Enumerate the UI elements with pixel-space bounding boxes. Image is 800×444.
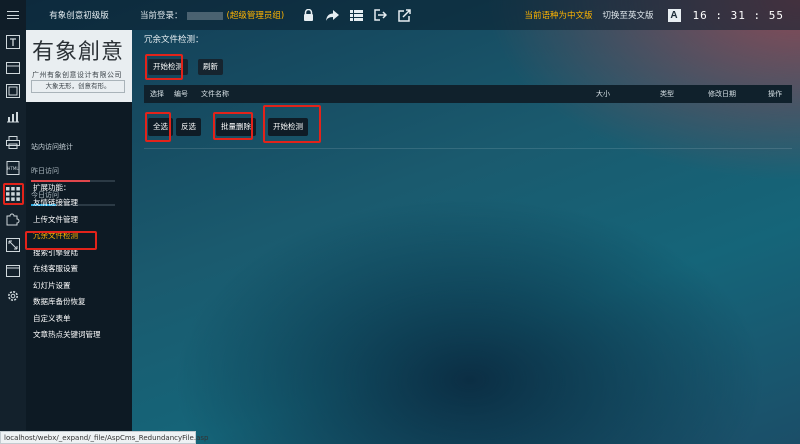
- text-icon[interactable]: [4, 33, 22, 51]
- frame-icon[interactable]: [4, 82, 22, 100]
- app-title: 有象创意初级版: [49, 11, 109, 21]
- font-size-icon[interactable]: A: [667, 8, 681, 22]
- puzzle-icon[interactable]: [4, 210, 22, 228]
- logo: 有象創意 广州有象创意设计有限公司 大象无形，创意有形。: [26, 30, 132, 102]
- col-number: 编号: [174, 90, 188, 98]
- lock-icon[interactable]: [296, 0, 320, 30]
- status-bar-url: localhost/webx/_expand/_file/AspCms_Redu…: [0, 431, 208, 444]
- logo-subtitle: 广州有象创意设计有限公司: [32, 71, 122, 79]
- list-icon[interactable]: [344, 0, 368, 30]
- col-modified: 修改日期: [708, 90, 736, 98]
- redundant-files-highlight: [25, 231, 97, 250]
- username-redacted: [186, 11, 223, 20]
- extensions-menu: 扩展功能： 友情链接管理 上传文件管理 冗余文件检测 搜索引擎登陆 在线客服设置…: [26, 180, 132, 344]
- user-role: (超级管理员组): [226, 11, 285, 21]
- table-header: 选择 编号 文件名称 大小 类型 修改日期 操作: [144, 85, 792, 103]
- switch-language-link[interactable]: 切换至英文版: [603, 9, 654, 21]
- menu-item-online-service[interactable]: 在线客服设置: [26, 261, 132, 278]
- invert-selection-button[interactable]: 反选: [176, 118, 201, 136]
- apps-grid-highlight: [3, 183, 24, 205]
- col-size: 大小: [596, 90, 610, 98]
- refresh-button[interactable]: 刷新: [198, 59, 223, 75]
- logout-icon[interactable]: [368, 0, 392, 30]
- share-icon[interactable]: [320, 0, 344, 30]
- menu-item-friend-links[interactable]: 友情链接管理: [26, 195, 132, 212]
- col-filename: 文件名称: [201, 90, 229, 98]
- stats-title: 站内访问统计: [31, 143, 73, 151]
- menu-toggle-button[interactable]: [0, 0, 26, 30]
- col-type: 类型: [660, 90, 674, 98]
- login-info: 当前登录： (超级管理员组): [140, 9, 284, 21]
- hamburger-icon: [7, 11, 19, 19]
- batch-delete-highlight: [213, 112, 253, 140]
- page-title: 冗余文件检测：: [144, 35, 204, 45]
- menu-item-database-backup[interactable]: 数据库备份恢复: [26, 294, 132, 311]
- logo-slogan: 大象无形，创意有形。: [31, 80, 125, 93]
- clock: 16 : 31 : 55: [692, 8, 784, 22]
- select-all-highlight: [145, 112, 171, 142]
- col-select: 选择: [150, 90, 164, 98]
- menu-item-upload-files[interactable]: 上传文件管理: [26, 212, 132, 229]
- login-label: 当前登录：: [140, 11, 183, 21]
- main-content: 冗余文件检测： 开始检测 刷新 选择 编号 文件名称 大小 类型 修改日期 操作…: [132, 30, 800, 444]
- svg-text:HTML: HTML: [7, 166, 19, 171]
- stat-yesterday-label: 昨日访问: [31, 167, 59, 175]
- icon-rail: HTML: [0, 30, 26, 444]
- gear-icon[interactable]: [4, 287, 22, 305]
- start-check-bottom-highlight: [263, 105, 321, 143]
- resize-icon[interactable]: [4, 236, 22, 254]
- divider: [144, 148, 792, 149]
- logo-title: 有象創意: [32, 40, 125, 65]
- external-link-icon[interactable]: [392, 0, 416, 30]
- html-icon[interactable]: HTML: [4, 159, 22, 177]
- menu-item-custom-form[interactable]: 自定义表单: [26, 311, 132, 328]
- window-icon[interactable]: [4, 262, 22, 280]
- sidebar: 有象創意 广州有象创意设计有限公司 大象无形，创意有形。 站内访问统计 昨日访问…: [25, 30, 132, 444]
- current-language: 当前语种为中文版: [524, 11, 593, 21]
- chart-icon[interactable]: [4, 108, 22, 126]
- print-icon[interactable]: [4, 133, 22, 151]
- layout-icon[interactable]: [4, 59, 22, 77]
- extensions-title: 扩展功能：: [33, 183, 71, 192]
- col-action: 操作: [768, 90, 782, 98]
- menu-item-slideshow[interactable]: 幻灯片设置: [26, 278, 132, 295]
- start-check-highlight: [145, 54, 183, 80]
- menu-item-hot-keywords[interactable]: 文章热点关键词管理: [26, 327, 132, 344]
- top-bar: 有象创意初级版 当前登录： (超级管理员组) 当前语种为中文版 切换至英文版 A …: [0, 0, 800, 30]
